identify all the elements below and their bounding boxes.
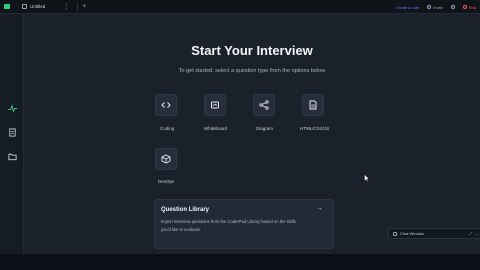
top-right-toolbar: • Invite a user Invite End (395, 0, 476, 14)
option-devops-label: DevOps (158, 179, 175, 184)
settings-icon[interactable] (450, 5, 455, 9)
chat-icon (393, 231, 397, 236)
main-content: Start Your Interview To get started, sel… (24, 14, 480, 254)
whiteboard-icon (211, 101, 219, 109)
option-devops-button[interactable] (155, 148, 177, 170)
option-diagram-label: Diagram (256, 126, 274, 131)
tab-menu-icon[interactable]: ⋮ (63, 4, 69, 10)
invite-button[interactable]: Invite (427, 5, 443, 10)
option-diagram-button[interactable] (253, 94, 275, 116)
interview-app-window: Untitled ⋮ + • Invite a user Invite End (0, 0, 480, 270)
library-title: Question Library (161, 207, 210, 213)
option-coding-button[interactable] (155, 94, 177, 116)
sidebar-toggle-button[interactable] (0, 0, 14, 14)
power-icon (462, 5, 467, 9)
tab-untitled[interactable]: Untitled (18, 2, 49, 12)
page-title: Start Your Interview (191, 43, 313, 58)
minimize-icon[interactable]: — (475, 231, 479, 236)
activity-icon (8, 104, 17, 113)
mouse-cursor-icon (364, 174, 370, 182)
left-rail (0, 14, 24, 254)
chat-controls: ⤢ — (469, 231, 479, 236)
chat-window-bar[interactable]: Chat Window ⤢ — (388, 228, 480, 239)
folder-icon (8, 153, 17, 161)
chat-window-label: Chat Window (400, 231, 424, 236)
option-whiteboard-button[interactable] (204, 94, 226, 116)
top-bar: Untitled ⋮ + • Invite a user Invite End (0, 0, 480, 14)
question-library-card[interactable]: Question Library → Import interview ques… (154, 199, 334, 249)
option-coding-label: Coding (160, 126, 175, 131)
code-icon (161, 102, 171, 108)
lock-icon (22, 4, 27, 9)
user-icon (427, 5, 432, 9)
end-label: End (468, 4, 476, 10)
tab-divider (77, 2, 79, 11)
bottom-bar (0, 254, 480, 270)
document-icon (9, 128, 16, 137)
sidebar-icon (4, 4, 10, 9)
invite-label: Invite (433, 4, 443, 10)
diagram-icon (259, 100, 269, 110)
page-subtitle: To get started, select a question type f… (178, 68, 326, 74)
rail-item-activity[interactable] (8, 104, 17, 113)
invite-link[interactable]: • Invite a user (395, 5, 419, 10)
rail-item-document[interactable] (8, 128, 17, 137)
end-interview-button[interactable]: End (462, 4, 476, 10)
tab-title: Untitled (30, 4, 46, 9)
arrow-right-icon: → (316, 205, 323, 212)
new-tab-button[interactable]: + (82, 3, 86, 10)
rail-item-folder[interactable] (8, 152, 17, 161)
library-description: Import interview questions from the Code… (161, 219, 296, 232)
option-whiteboard-label: Whiteboard (204, 126, 228, 131)
option-html-label: HTML/CSS/JS (300, 126, 330, 131)
expand-icon[interactable]: ⤢ (469, 231, 472, 236)
option-html-button[interactable] (302, 94, 324, 116)
html-file-icon (309, 100, 317, 110)
devops-cube-icon (161, 154, 171, 164)
